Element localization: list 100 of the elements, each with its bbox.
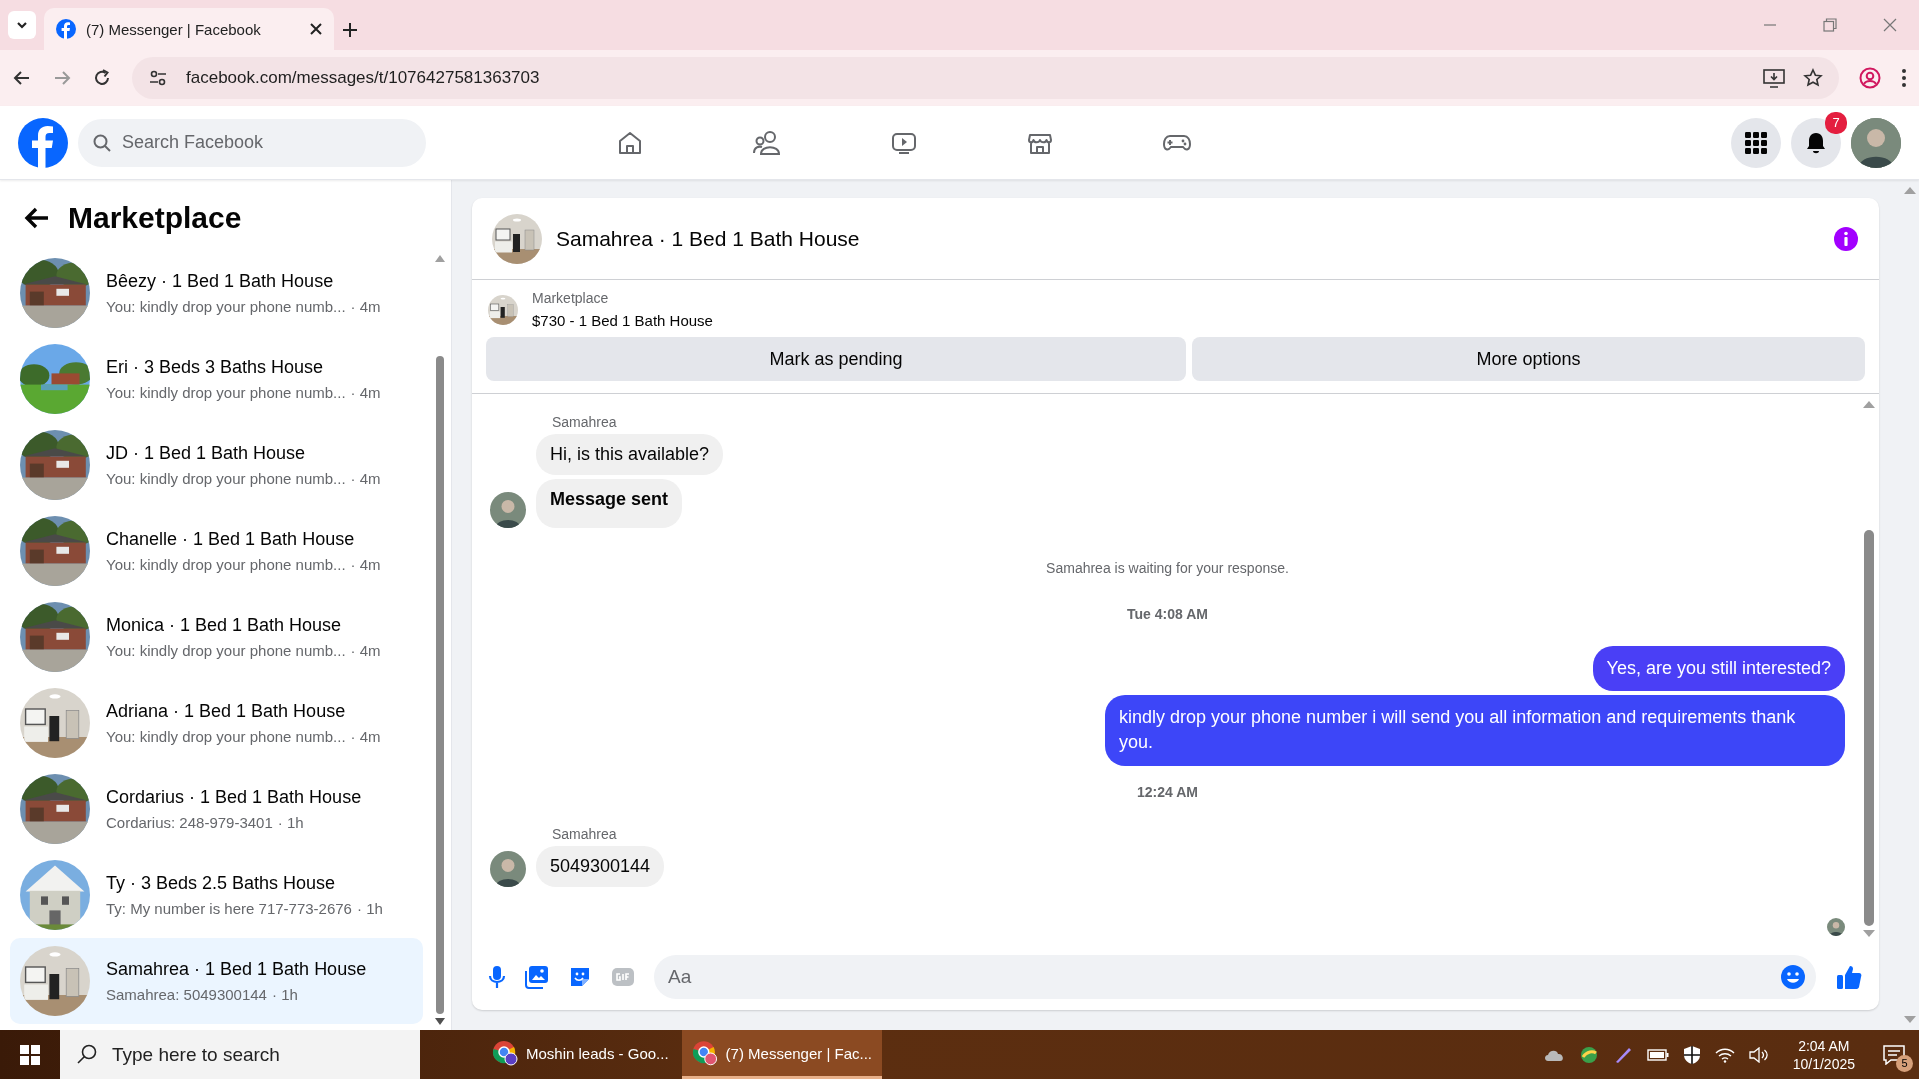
battery-icon[interactable] xyxy=(1646,1047,1669,1062)
app-title: (7) Messenger | Fac... xyxy=(725,1044,872,1062)
menu-button[interactable] xyxy=(1731,117,1781,168)
taskbar-search-field[interactable]: Type here to search xyxy=(60,1030,420,1079)
restore-icon[interactable] xyxy=(1823,18,1837,32)
clock-time: 2:04 AM xyxy=(1798,1037,1850,1054)
conversation-title: JD · 1 Bed 1 Bath House xyxy=(106,443,307,464)
scrollbar-thumb[interactable] xyxy=(1864,530,1874,926)
plus-icon[interactable] xyxy=(342,22,358,38)
search-icon xyxy=(92,132,112,153)
conversation-item[interactable]: Samahrea · 1 Bed 1 Bath House Samahrea: 5049300144 · 1h xyxy=(10,938,423,1024)
conversation-title: Eri · 3 Beds 3 Baths House xyxy=(106,357,325,378)
conversation-title: Cordarius · 1 Bed 1 Bath House xyxy=(106,787,362,808)
reload-icon[interactable] xyxy=(92,68,112,88)
search-field[interactable]: Search Facebook xyxy=(78,118,426,167)
message-preview: You: kindly drop your phone numb... xyxy=(106,728,346,745)
message-field[interactable]: Aa xyxy=(654,955,1816,999)
site-settings-icon[interactable] xyxy=(148,68,168,88)
action-button[interactable]: More options xyxy=(1192,337,1865,381)
message-time: · 1h xyxy=(356,900,383,917)
more-icon[interactable] xyxy=(1901,68,1907,88)
clock-date: 10/1/2025 xyxy=(1792,1055,1855,1072)
message-bubble: kindly drop your phone number i will send you all information and requirements thank you. xyxy=(1105,695,1845,766)
message-time: · 4m xyxy=(350,642,381,659)
url-text: facebook.com/messages/t/1076427581363703 xyxy=(186,68,541,88)
bell-icon xyxy=(1805,130,1827,155)
message-preview: You: kindly drop your phone numb... xyxy=(106,384,346,401)
sticker-icon[interactable] xyxy=(568,965,592,989)
message-bubble: Yes, are you still interested? xyxy=(1592,646,1845,692)
conversation-item[interactable]: Adriana · 1 Bed 1 Bath House You: kindly drop your phone numb... · 4m xyxy=(10,680,423,766)
microphone-icon[interactable] xyxy=(488,965,506,989)
action-button[interactable]: Mark as pending xyxy=(486,337,1186,381)
taskbar-app[interactable]: Moshin leads - Goo... xyxy=(482,1030,682,1079)
menu-icon xyxy=(1745,131,1767,154)
message-time: · 4m xyxy=(350,470,381,487)
conversation-item[interactable]: Bêezy · 1 Bed 1 Bath House You: kindly drop your phone numb... · 4m xyxy=(10,250,423,336)
conversation-item[interactable]: Chanelle · 1 Bed 1 Bath House You: kindly drop your phone numb... · 4m xyxy=(10,508,423,594)
scroll-up-icon[interactable] xyxy=(1863,400,1875,408)
back-arrow-icon[interactable] xyxy=(24,206,50,230)
tab-title: (7) Messenger | Facebook xyxy=(86,20,262,38)
notification-badge: 7 xyxy=(1825,111,1847,134)
message-preview: Samahrea: 5049300144 xyxy=(106,986,267,1003)
install-app-icon[interactable] xyxy=(1763,68,1785,88)
message-time: · 4m xyxy=(350,728,381,745)
profile-icon[interactable] xyxy=(1859,67,1881,89)
message-preview: You: kindly drop your phone numb... xyxy=(106,298,346,315)
scroll-down-icon[interactable] xyxy=(435,1018,445,1026)
conversation-title: Monica · 1 Bed 1 Bath House xyxy=(106,615,343,636)
address-bar[interactable]: facebook.com/messages/t/1076427581363703 xyxy=(132,57,1839,99)
app-tray-icon[interactable] xyxy=(1578,1044,1599,1065)
browser-tab[interactable]: (7) Messenger | Facebook xyxy=(44,8,334,50)
conversation-title: Adriana · 1 Bed 1 Bath House xyxy=(106,701,347,722)
facebook-logo-icon xyxy=(56,19,76,39)
listing-label: Marketplace xyxy=(532,290,610,306)
status-text: Samahrea is waiting for your response. xyxy=(1046,560,1289,576)
star-icon[interactable] xyxy=(1803,68,1823,88)
conversation-title: Chanelle · 1 Bed 1 Bath House xyxy=(106,529,356,550)
thumbs-up-icon[interactable] xyxy=(1835,963,1863,991)
message-preview: You: kindly drop your phone numb... xyxy=(106,470,346,487)
volume-icon[interactable] xyxy=(1748,1046,1769,1063)
conversation-item[interactable]: Monica · 1 Bed 1 Bath House You: kindly drop your phone numb... · 4m xyxy=(10,594,423,680)
avatar-icon[interactable] xyxy=(1851,117,1901,168)
app-title: Moshin leads - Goo... xyxy=(526,1044,669,1062)
sender-name: Samahrea xyxy=(551,414,618,430)
shield-icon[interactable] xyxy=(1682,1044,1701,1065)
conversation-item[interactable]: Cordarius · 1 Bed 1 Bath House Cordarius: 248-979-3401 · 1h xyxy=(10,766,423,852)
chat-title: Samahrea · 1 Bed 1 Bath House xyxy=(556,226,861,251)
conversation-item[interactable]: JD · 1 Bed 1 Bath House You: kindly drop your phone numb... · 4m xyxy=(10,422,423,508)
message-bubble: Message sent xyxy=(536,479,683,528)
taskbar-app[interactable]: (7) Messenger | Fac... xyxy=(682,1030,882,1079)
friends-icon[interactable] xyxy=(752,128,782,157)
timestamp: Tue 4:08 AM xyxy=(1127,606,1208,622)
seen-avatar-icon xyxy=(1827,918,1845,936)
message-time: · 1h xyxy=(277,814,304,831)
notification-count-badge: 5 xyxy=(1896,1054,1913,1072)
message-time: · 4m xyxy=(350,298,381,315)
scrollbar-thumb[interactable] xyxy=(436,355,444,1014)
image-icon[interactable] xyxy=(525,965,549,989)
facebook-logo-icon[interactable] xyxy=(18,117,68,168)
message-preview: Ty: My number is here 717-773-2676 xyxy=(106,900,352,917)
windows-icon xyxy=(20,1044,40,1065)
info-icon[interactable] xyxy=(1833,225,1859,252)
sender-name: Samahrea xyxy=(551,825,618,842)
wifi-icon[interactable] xyxy=(1714,1046,1735,1063)
message-bubble: 5049300144 xyxy=(536,845,665,887)
scroll-up-icon[interactable] xyxy=(435,254,445,262)
message-time: · 1h xyxy=(271,986,298,1003)
chat-bubble-icon xyxy=(1883,1044,1905,1065)
conversation-item[interactable]: Eri · 3 Beds 3 Baths House You: kindly drop your phone numb... · 4m xyxy=(10,336,423,422)
message-preview: You: kindly drop your phone numb... xyxy=(106,556,346,573)
message-bubble: Hi, is this available? xyxy=(536,434,724,475)
conversation-item[interactable]: Ty · 3 Beds 2.5 Baths House Ty: My number is here 717-773-2676 · 1h xyxy=(10,852,423,938)
conversation-title: Ty · 3 Beds 2.5 Baths House xyxy=(106,873,337,894)
emoji-icon[interactable] xyxy=(1780,964,1806,990)
conversation-title: Samahrea · 1 Bed 1 Bath House xyxy=(106,959,367,980)
message-time: · 4m xyxy=(350,384,381,401)
message-preview: Cordarius: 248-979-3401 xyxy=(106,814,273,831)
close-icon[interactable] xyxy=(310,23,322,35)
notifications-button[interactable] xyxy=(1791,117,1841,168)
message-preview: You: kindly drop your phone numb... xyxy=(106,642,346,659)
